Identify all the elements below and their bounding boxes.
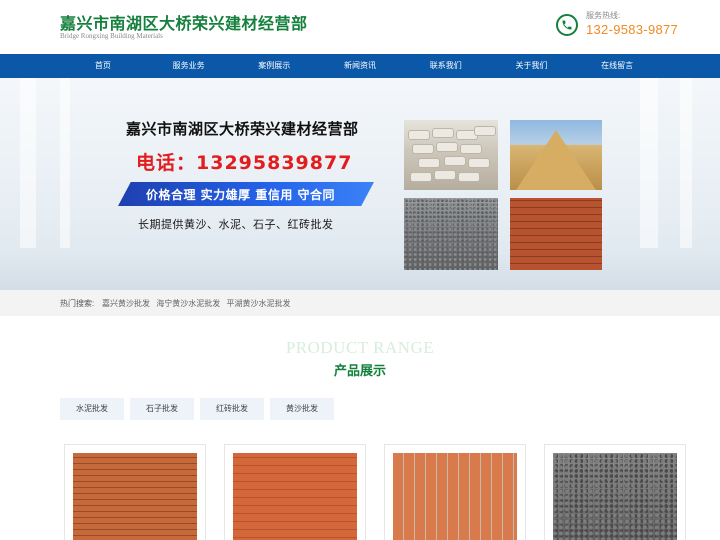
main-nav: 首页 服务业务 案例展示 新闻资讯 联系我们 关于我们 在线留言 (0, 54, 720, 78)
banner-description: 长期提供黄沙、水泥、石子、红砖批发 (138, 218, 334, 231)
brick-wall-image (73, 453, 197, 540)
hot-search-link[interactable]: 嘉兴黄沙批发 (102, 299, 150, 308)
nav-item-contact[interactable]: 联系我们 (403, 54, 489, 78)
product-grid (64, 444, 686, 540)
nav-item-about[interactable]: 关于我们 (489, 54, 575, 78)
brick-pile-image (393, 453, 517, 540)
banner-pillar (60, 78, 70, 248)
nav-item-message[interactable]: 在线留言 (574, 54, 660, 78)
banner-pillar (20, 78, 36, 248)
hot-search-links: 嘉兴黄沙批发 海宁黄沙水泥批发 平湖黄沙水泥批发 (102, 298, 294, 309)
product-category-tabs: 水泥批发 石子批发 红砖批发 黄沙批发 (60, 398, 334, 420)
product-card[interactable] (224, 444, 366, 540)
product-card[interactable] (544, 444, 686, 540)
nav-item-news[interactable]: 新闻资讯 (317, 54, 403, 78)
section-title: 产品展示 (333, 364, 386, 379)
hot-search-label: 热门搜索: (60, 299, 95, 308)
gravel-image (553, 453, 677, 540)
banner-pillar (640, 78, 658, 248)
category-tab-cement[interactable]: 水泥批发 (60, 398, 124, 420)
product-card[interactable] (384, 444, 526, 540)
site-header: 嘉兴市南湖区大桥荣兴建材经营部 Bridge Rongxing Building… (0, 0, 720, 54)
hot-search-link[interactable]: 平湖黄沙水泥批发 (226, 299, 290, 308)
company-name[interactable]: 嘉兴市南湖区大桥荣兴建材经营部 (60, 10, 308, 34)
banner-phone: 电话：13295839877 (136, 152, 353, 174)
category-tab-sand[interactable]: 黄沙批发 (270, 398, 334, 420)
cement-bags-photo (404, 120, 498, 190)
phone-icon (556, 14, 578, 36)
nav-item-cases[interactable]: 案例展示 (231, 54, 317, 78)
hotline-label: 服务热线: (586, 11, 621, 20)
section-title-en: PRODUCT RANGE (285, 338, 435, 357)
category-tab-gravel[interactable]: 石子批发 (130, 398, 194, 420)
hot-search-link[interactable]: 海宁黄沙水泥批发 (156, 299, 220, 308)
company-name-en: Bridge Rongxing Building Materials (60, 32, 163, 40)
hero-banner[interactable]: 嘉兴市南湖区大桥荣兴建材经营部 电话：13295839877 价格合理 实力雄厚… (0, 78, 720, 290)
brick-stack-image (233, 453, 357, 540)
banner-floor (0, 248, 720, 290)
banner-pillar (680, 78, 692, 248)
hot-search-bar: 热门搜索: 嘉兴黄沙批发 海宁黄沙水泥批发 平湖黄沙水泥批发 (0, 290, 720, 316)
nav-item-home[interactable]: 首页 (60, 54, 146, 78)
red-bricks-photo (510, 198, 602, 270)
banner-slogan: 价格合理 实力雄厚 重信用 守合同 (146, 188, 336, 202)
product-card[interactable] (64, 444, 206, 540)
banner-title: 嘉兴市南湖区大桥荣兴建材经营部 (126, 120, 359, 138)
gravel-photo (404, 198, 498, 270)
category-tab-bricks[interactable]: 红砖批发 (200, 398, 264, 420)
nav-item-services[interactable]: 服务业务 (146, 54, 232, 78)
hotline-number: 132-9583-9877 (586, 22, 679, 37)
sand-pile-photo (510, 120, 602, 190)
